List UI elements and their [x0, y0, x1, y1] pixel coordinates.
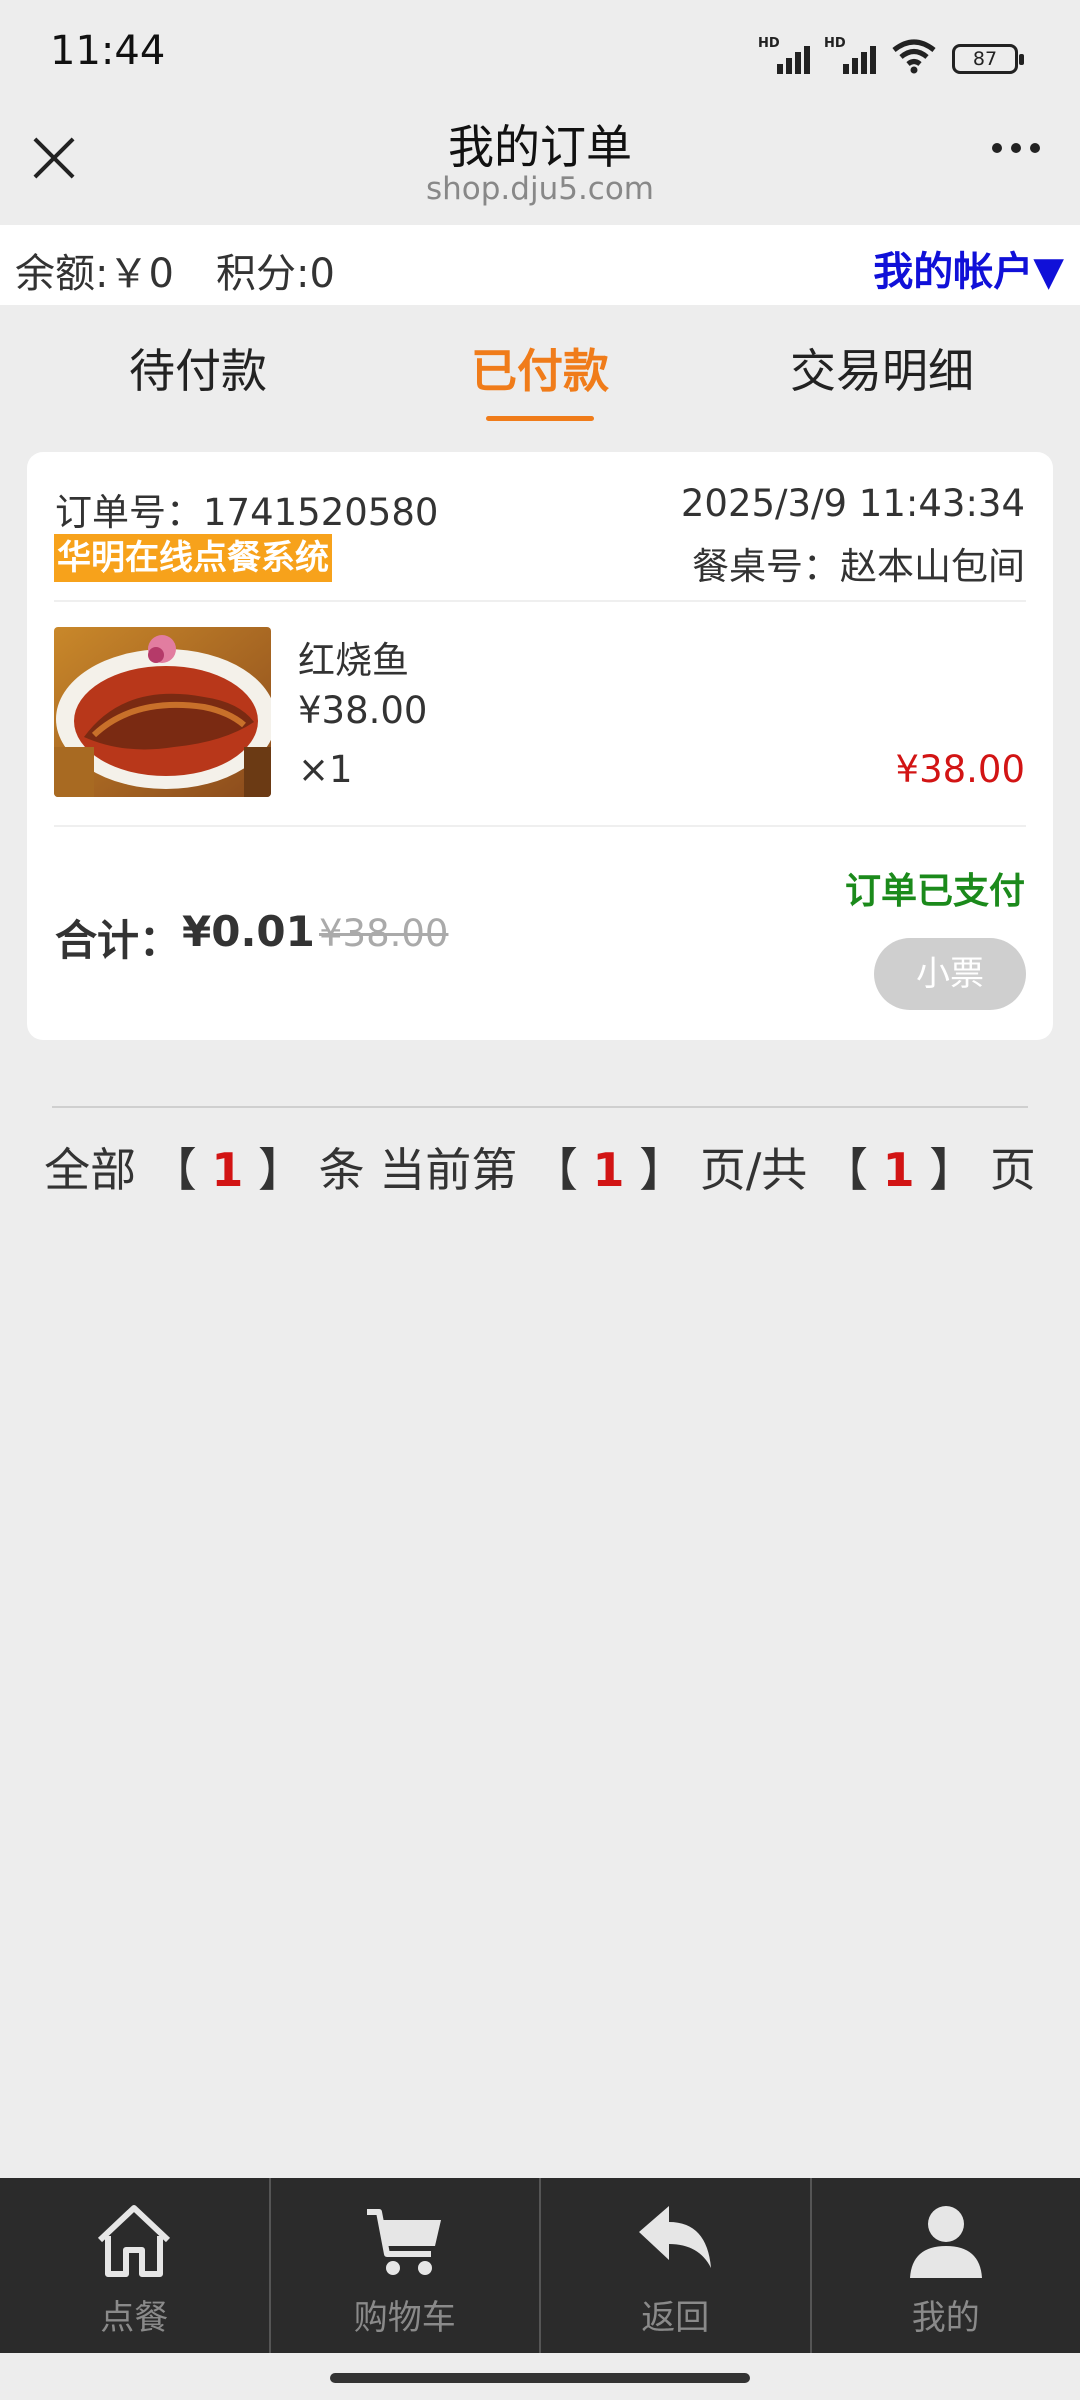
- tab-unpaid[interactable]: 待付款: [18, 335, 378, 401]
- page-title: 我的订单: [448, 120, 632, 174]
- bottom-nav-label: 购物车: [353, 2298, 456, 2338]
- items-unit: 条: [318, 1143, 365, 1197]
- tab-paid[interactable]: 已付款: [360, 335, 720, 401]
- pages-unit: 页/共: [699, 1143, 808, 1197]
- signal-icon: HD: [758, 36, 810, 74]
- page-url: shop.dju5.com: [425, 171, 655, 207]
- total-pages: 1: [882, 1143, 915, 1197]
- current-label: 当前第: [379, 1143, 518, 1197]
- home-icon: [98, 2205, 171, 2277]
- order-status: 订单已支付: [844, 871, 1025, 912]
- active-tab-indicator: [486, 416, 594, 421]
- status-icons: HD HD 87: [758, 34, 1024, 74]
- bottom-nav-label: 点餐: [100, 2298, 169, 2338]
- total-items: 1: [211, 1143, 244, 1197]
- divider: [52, 1106, 1028, 1108]
- divider: [54, 825, 1026, 827]
- dish-subtotal: ¥38.00: [895, 748, 1025, 791]
- dish-image: [54, 627, 271, 797]
- dish-quantity: ×1: [298, 748, 353, 791]
- status-bar: 11:44 HD HD 87: [0, 0, 1080, 105]
- home-indicator[interactable]: [330, 2373, 750, 2383]
- bracket: 】: [639, 1143, 686, 1197]
- pagination: 全部 【 1 】 条 当前第 【 1 】 页/共 【 1 】 页: [0, 1134, 1080, 1200]
- wifi-icon: [892, 39, 936, 74]
- pages-end: 页: [989, 1143, 1036, 1197]
- total-label: 合计：: [55, 916, 182, 965]
- bracket: 【: [531, 1143, 578, 1197]
- original-amount: ¥38.00: [319, 912, 449, 955]
- bracket: 【: [150, 1143, 197, 1197]
- current-page: 1: [592, 1143, 625, 1197]
- dish-name: 红烧鱼: [298, 639, 409, 682]
- user-icon: [909, 2206, 982, 2278]
- receipt-button[interactable]: 小票: [874, 938, 1026, 1010]
- bracket: 【: [821, 1143, 868, 1197]
- bottom-nav-me[interactable]: 我的: [812, 2178, 1080, 2353]
- order-tabs: 待付款 已付款 交易明细: [0, 305, 1080, 425]
- balance-text: 余额:￥0: [15, 251, 174, 297]
- nav-header: 我的订单 shop.dju5.com: [0, 105, 1080, 225]
- order-card: 订单号：1741520580 2025/3/9 11:43:34 华明在线点餐系…: [27, 452, 1053, 1040]
- total-amount: ¥0.01: [182, 907, 315, 956]
- order-time: 2025/3/9 11:43:34: [680, 482, 1025, 525]
- bottom-nav-label: 返回: [641, 2298, 710, 2338]
- dish-price: ¥38.00: [298, 689, 428, 732]
- bracket: 】: [258, 1143, 305, 1197]
- bracket: 】: [929, 1143, 976, 1197]
- pagination-all: 全部: [44, 1143, 137, 1197]
- divider: [54, 600, 1026, 602]
- more-icon[interactable]: [992, 143, 1040, 153]
- bottom-nav: 点餐 购物车 返回 我的: [0, 2178, 1080, 2353]
- status-time: 11:44: [50, 28, 166, 74]
- back-icon: [639, 2206, 712, 2268]
- shop-name-tag: 华明在线点餐系统: [54, 534, 332, 582]
- order-number: 订单号：1741520580: [55, 491, 439, 534]
- battery-icon: 87: [952, 44, 1024, 74]
- my-account-link[interactable]: 我的帐户▼: [873, 239, 1064, 297]
- signal-icon: HD: [824, 36, 876, 74]
- bottom-nav-label: 我的: [911, 2298, 980, 2338]
- table-number: 餐桌号：赵本山包间: [692, 545, 1025, 588]
- bottom-nav-cart[interactable]: 购物车: [271, 2178, 541, 2353]
- account-bar: 余额:￥0 积分:0 我的帐户▼: [0, 225, 1080, 305]
- bottom-nav-back[interactable]: 返回: [541, 2178, 812, 2353]
- points-text: 积分:0: [216, 251, 335, 297]
- tab-transactions[interactable]: 交易明细: [702, 335, 1062, 401]
- bottom-nav-order[interactable]: 点餐: [0, 2178, 271, 2353]
- cart-icon: [366, 2209, 441, 2275]
